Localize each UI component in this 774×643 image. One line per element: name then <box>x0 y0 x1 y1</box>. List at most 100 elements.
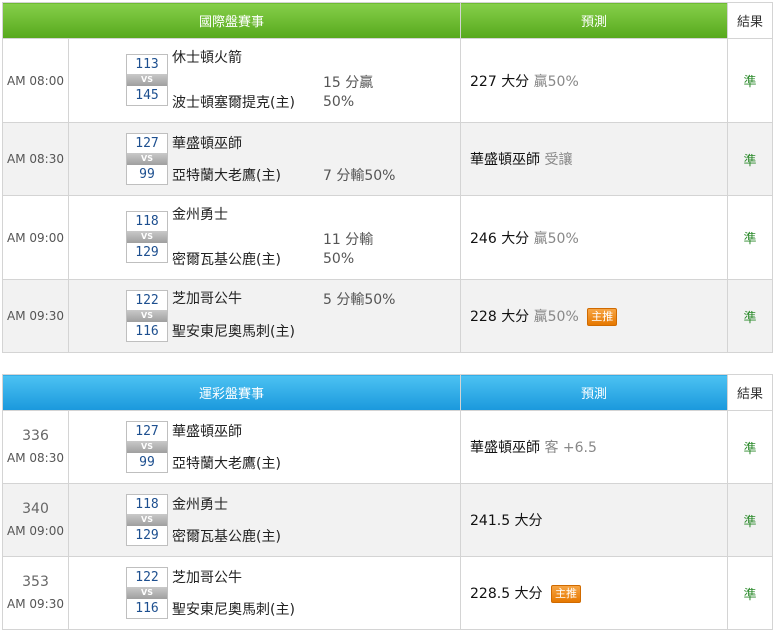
game-number: 340 <box>22 501 49 517</box>
table-row: 353 AM 09:30 122 VS 116 芝加哥公牛 聖安東尼奧馬刺(主)… <box>2 556 774 630</box>
team-away[interactable]: 華盛頓巫師 <box>172 135 242 153</box>
match-cell: 118 VS 129 金州勇士 密爾瓦基公鹿(主) <box>67 483 462 557</box>
prediction-main: 228 大分 <box>470 309 530 325</box>
score-box: 118 VS 129 <box>126 494 168 546</box>
score-box: 127 VS 99 <box>126 133 168 185</box>
intl-header-row: 國際盤賽事 預測 結果 <box>1 2 774 39</box>
team-away[interactable]: 芝加哥公牛 <box>172 569 242 587</box>
match-cell: 122 VS 116 芝加哥公牛 聖安東尼奧馬刺(主) <box>67 556 462 630</box>
score-home: 129 <box>135 528 159 543</box>
score-home: 145 <box>135 88 159 103</box>
match-time-cell: 353 AM 09:30 <box>2 556 69 630</box>
table-row: 336 AM 08:30 127 VS 99 華盛頓巫師 亞特蘭大老鷹(主) 華… <box>2 410 774 484</box>
match-cell: 127 VS 99 華盛頓巫師 亞特蘭大老鷹(主) 7 分輸50% <box>67 122 462 196</box>
score-away: 118 <box>135 497 159 512</box>
table-row: AM 09:30 122 VS 116 芝加哥公牛 聖安東尼奧馬刺(主) 5 分… <box>2 279 774 353</box>
team-away[interactable]: 金州勇士 <box>172 206 228 224</box>
prediction-main: 華盛頓巫師 <box>470 440 541 456</box>
prediction-main: 228.5 大分 <box>470 586 543 602</box>
match-cell: 118 VS 129 金州勇士 密爾瓦基公鹿(主) 11 分輸 50% <box>67 195 462 280</box>
vs-label: VS <box>127 441 167 453</box>
team-away[interactable]: 休士頓火箭 <box>172 49 242 67</box>
odds-line-2: 50% <box>323 251 355 267</box>
intl-header-predict: 預測 <box>460 2 729 39</box>
prediction-cell: 246 大分 贏50% <box>460 195 729 280</box>
table-row: AM 08:30 127 VS 99 華盛頓巫師 亞特蘭大老鷹(主) 7 分輸5… <box>2 122 774 196</box>
game-number: 336 <box>22 428 49 444</box>
team-home[interactable]: 亞特蘭大老鷹(主) <box>172 167 281 185</box>
featured-pick-badge: 主推 <box>587 308 618 326</box>
vs-label: VS <box>127 310 167 322</box>
prediction-main: 227 大分 <box>470 73 530 90</box>
score-box: 122 VS 116 <box>126 290 168 342</box>
team-away[interactable]: 華盛頓巫師 <box>172 423 242 441</box>
vs-label: VS <box>127 587 167 599</box>
lottery-table: 運彩盤賽事 預測 結果 336 AM 08:30 127 VS 99 華盛頓巫師… <box>1 374 774 630</box>
vs-label: VS <box>127 514 167 526</box>
score-away: 122 <box>135 293 159 308</box>
lottery-header-predict: 預測 <box>460 374 729 411</box>
team-home[interactable]: 密爾瓦基公鹿(主) <box>172 528 281 546</box>
odds-line-1: 11 分輸 <box>323 232 374 248</box>
team-away[interactable]: 金州勇士 <box>172 496 228 514</box>
table-row: AM 08:00 113 VS 145 休士頓火箭 波士頓塞爾提克(主) 15 … <box>2 38 774 123</box>
prediction-main: 241.5 大分 <box>470 513 543 529</box>
vs-label: VS <box>127 153 167 165</box>
score-away: 127 <box>135 136 159 151</box>
odds-line-2: 7 分輸50% <box>323 168 396 184</box>
prediction-cell: 228.5 大分 主推 <box>460 556 729 630</box>
lottery-header-event: 運彩盤賽事 <box>1 374 462 411</box>
prediction-sub: 贏50% <box>533 309 579 325</box>
team-home[interactable]: 密爾瓦基公鹿(主) <box>172 251 281 269</box>
prediction-sub: 贏50% <box>533 230 579 247</box>
result-mark: 準 <box>727 122 774 196</box>
match-cell: 122 VS 116 芝加哥公牛 聖安東尼奧馬刺(主) 5 分輸50% <box>67 279 462 353</box>
score-box: 122 VS 116 <box>126 567 168 619</box>
score-home: 116 <box>135 324 159 339</box>
match-time: AM 08:00 <box>2 38 69 123</box>
prediction-cell: 228 大分 贏50% 主推 <box>460 279 729 353</box>
team-home[interactable]: 亞特蘭大老鷹(主) <box>172 455 281 473</box>
score-away: 122 <box>135 570 159 585</box>
table-row: AM 09:00 118 VS 129 金州勇士 密爾瓦基公鹿(主) 11 分輸… <box>2 195 774 280</box>
match-time: AM 08:30 <box>7 451 64 465</box>
lottery-header-row: 運彩盤賽事 預測 結果 <box>1 374 774 411</box>
team-away[interactable]: 芝加哥公牛 <box>172 290 242 308</box>
prediction-main: 華盛頓巫師 <box>470 152 541 168</box>
score-box: 127 VS 99 <box>126 421 168 473</box>
score-away: 113 <box>135 57 159 72</box>
match-time: AM 09:00 <box>2 195 69 280</box>
team-home[interactable]: 聖安東尼奧馬刺(主) <box>172 601 295 619</box>
score-home: 99 <box>139 167 155 182</box>
odds-line-1: 15 分贏 <box>323 75 374 91</box>
prediction-cell: 241.5 大分 <box>460 483 729 557</box>
lottery-header-result: 結果 <box>727 374 774 411</box>
table-row: 340 AM 09:00 118 VS 129 金州勇士 密爾瓦基公鹿(主) 2… <box>2 483 774 557</box>
result-mark: 準 <box>727 556 774 630</box>
match-time: AM 09:00 <box>7 524 64 538</box>
prediction-cell: 227 大分 贏50% <box>460 38 729 123</box>
result-mark: 準 <box>727 410 774 484</box>
score-away: 118 <box>135 214 159 229</box>
vs-label: VS <box>127 231 167 243</box>
match-time-cell: 340 AM 09:00 <box>2 483 69 557</box>
score-away: 127 <box>135 424 159 439</box>
match-time: AM 09:30 <box>7 597 64 611</box>
prediction-sub: 受讓 <box>544 152 573 168</box>
odds-line-1: 5 分輸50% <box>323 292 396 308</box>
intl-table: 國際盤賽事 預測 結果 AM 08:00 113 VS 145 休士頓火箭 波士… <box>1 2 774 353</box>
team-home[interactable]: 聖安東尼奧馬刺(主) <box>172 323 295 341</box>
score-home: 129 <box>135 245 159 260</box>
score-home: 116 <box>135 601 159 616</box>
odds-line-2: 50% <box>323 94 355 110</box>
match-cell: 127 VS 99 華盛頓巫師 亞特蘭大老鷹(主) <box>67 410 462 484</box>
prediction-cell: 華盛頓巫師 客 +6.5 <box>460 410 729 484</box>
game-number: 353 <box>22 574 49 590</box>
vs-label: VS <box>127 74 167 86</box>
match-cell: 113 VS 145 休士頓火箭 波士頓塞爾提克(主) 15 分贏 50% <box>67 38 462 123</box>
result-mark: 準 <box>727 38 774 123</box>
prediction-main: 246 大分 <box>470 230 530 247</box>
result-mark: 準 <box>727 483 774 557</box>
team-home[interactable]: 波士頓塞爾提克(主) <box>172 94 295 112</box>
prediction-sub: 客 +6.5 <box>544 440 597 456</box>
